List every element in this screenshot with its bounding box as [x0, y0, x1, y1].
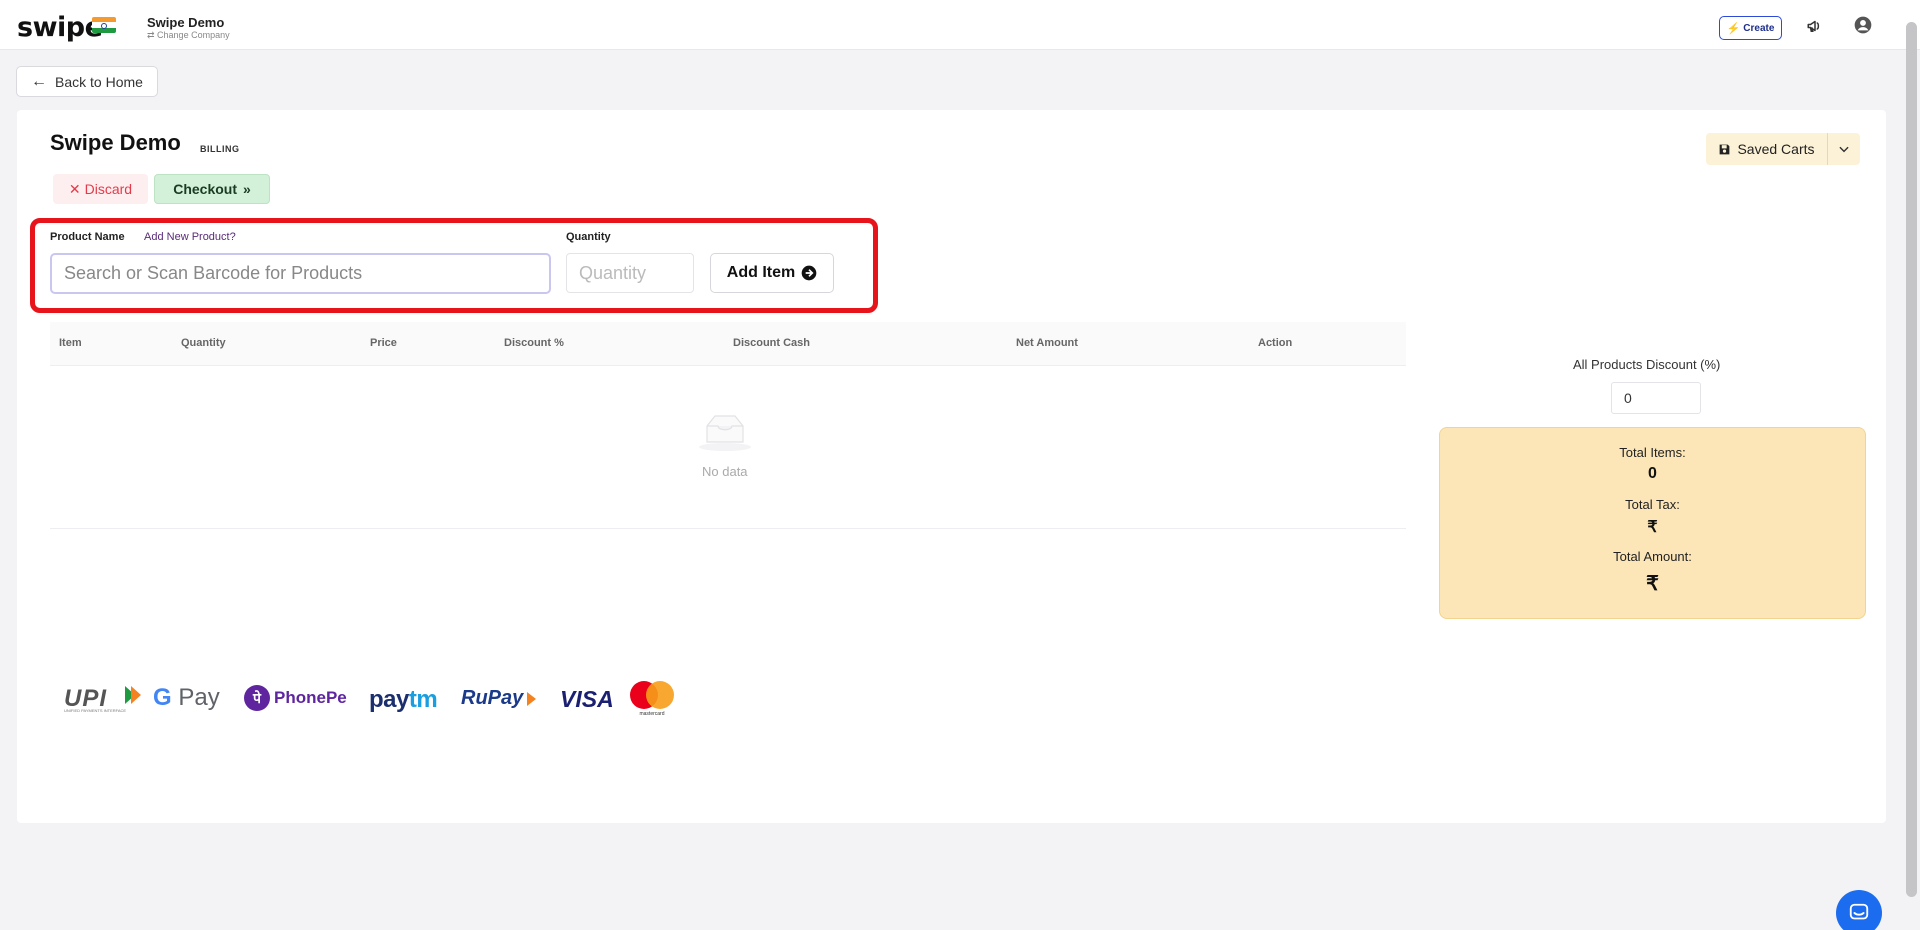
column-header-action: Action: [1258, 337, 1293, 349]
column-header-price: Price: [370, 337, 397, 349]
floppy-disk-icon: [1720, 144, 1730, 154]
discard-button[interactable]: ✕ Discard: [53, 174, 148, 204]
saved-carts-dropdown[interactable]: [1828, 133, 1860, 165]
page-scrollbar[interactable]: [1906, 22, 1917, 897]
add-item-button[interactable]: Add Item: [710, 253, 834, 293]
total-items-label: Total Items:: [1619, 445, 1686, 460]
all-products-discount-label: All Products Discount (%): [1573, 357, 1721, 372]
column-header-net-amount: Net Amount: [1016, 337, 1078, 349]
items-table-header: Item Quantity Price Discount % Discount …: [50, 322, 1406, 366]
swipe-logo[interactable]: swipe: [17, 12, 103, 43]
rupay-logo: RuPay: [461, 687, 524, 709]
top-bar: swipe Swipe Demo ⇄ Change Company ⚡ Crea…: [0, 0, 1920, 50]
rupay-mark: [527, 692, 536, 706]
total-items-value: 0: [1648, 465, 1657, 482]
back-to-home-label: Back to Home: [55, 73, 143, 90]
chat-launcher-button[interactable]: [1836, 890, 1882, 930]
user-circle-icon[interactable]: [1853, 15, 1873, 35]
saved-carts-button[interactable]: Saved Carts: [1706, 133, 1828, 165]
arrow-left-icon: ←: [31, 72, 47, 90]
double-chevron-right-icon: »: [243, 181, 251, 197]
checkout-label: Checkout: [173, 181, 237, 197]
product-search-input[interactable]: [50, 253, 551, 294]
total-amount-value: ₹: [1646, 573, 1659, 595]
empty-state-text: No data: [702, 464, 748, 479]
table-divider: [50, 528, 1406, 529]
create-button[interactable]: ⚡ Create: [1719, 16, 1782, 40]
lightning-icon: ⚡: [1726, 22, 1741, 35]
column-header-discount-percent: Discount %: [504, 337, 564, 349]
chat-bubble-icon: [1849, 903, 1869, 920]
india-flag-icon: [92, 17, 116, 33]
change-company-link[interactable]: ⇄ Change Company: [147, 30, 230, 41]
empty-inbox-icon: [699, 415, 751, 451]
phonepe-icon: पे: [244, 685, 270, 711]
total-tax-label: Total Tax:: [1625, 497, 1680, 512]
visa-logo: VISA: [560, 686, 614, 712]
saved-carts-button-group: Saved Carts: [1706, 133, 1860, 165]
discard-label: Discard: [84, 181, 133, 197]
upi-mark-orange: [131, 686, 141, 704]
company-name: Swipe Demo: [147, 15, 225, 30]
back-to-home-button[interactable]: ← Back to Home: [16, 66, 158, 97]
mastercard-logo: mastercard: [628, 679, 676, 719]
upi-logo-subtitle: UNIFIED PAYMENTS INTERFACE: [64, 708, 127, 713]
quantity-input[interactable]: [566, 253, 694, 293]
checkout-button[interactable]: Checkout »: [154, 174, 270, 204]
paytm-logo: paytm: [369, 686, 438, 713]
page-title: Swipe Demo: [50, 130, 181, 155]
column-header-quantity: Quantity: [181, 337, 226, 349]
total-tax-value: ₹: [1647, 519, 1658, 536]
totals-panel: Total Items: 0 Total Tax: ₹ Total Amount…: [1439, 427, 1866, 619]
column-header-discount-cash: Discount Cash: [733, 337, 811, 349]
column-header-item: Item: [59, 337, 82, 349]
gpay-logo: G Pay: [153, 684, 220, 711]
page-tag: BILLING: [200, 144, 240, 154]
add-new-product-link[interactable]: Add New Product?: [144, 231, 236, 243]
quantity-label: Quantity: [566, 231, 611, 243]
all-products-discount-input[interactable]: [1611, 382, 1701, 414]
chevron-down-icon: [1839, 146, 1849, 153]
megaphone-icon[interactable]: [1806, 17, 1824, 35]
arrow-circle-right-icon: [801, 265, 817, 281]
saved-carts-label: Saved Carts: [1737, 141, 1815, 157]
close-icon: ✕: [68, 180, 81, 197]
phonepe-logo: PhonePe: [274, 688, 347, 707]
total-amount-label: Total Amount:: [1613, 549, 1692, 564]
product-name-label: Product Name: [50, 231, 125, 243]
add-item-label: Add Item: [726, 264, 796, 281]
create-button-label: Create: [1743, 22, 1775, 34]
